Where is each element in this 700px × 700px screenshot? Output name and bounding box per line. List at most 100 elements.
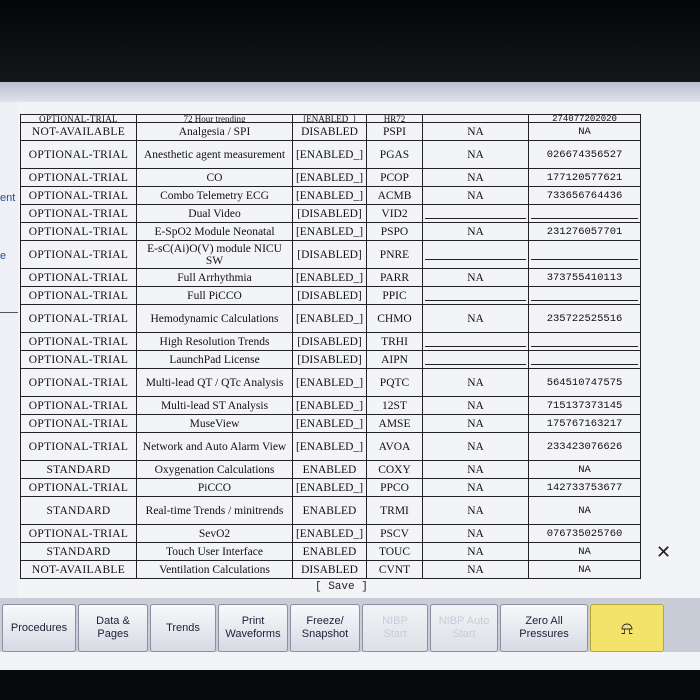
- key-cell: NA: [528, 560, 641, 579]
- option-cell: Touch User Interface: [136, 542, 293, 561]
- status-cell: [ENABLED_]: [292, 140, 367, 169]
- code-cell: 12ST: [366, 396, 423, 415]
- code-cell: VID2: [366, 204, 423, 223]
- status-cell: [ENABLED_]: [292, 396, 367, 415]
- na-cell: [422, 332, 529, 351]
- code-cell: CVNT: [366, 560, 423, 579]
- status-cell: [DISABLED]: [292, 240, 367, 269]
- license-options-table: OPTIONAL-TRIAL 72 Hour trending [ENABLED…: [20, 114, 641, 579]
- key-cell: NA: [528, 542, 641, 561]
- blank-entry-line: [531, 290, 638, 301]
- na-cell: NA: [422, 542, 529, 561]
- key-cell: NA: [528, 460, 641, 479]
- option-cell: Hemodynamic Calculations: [136, 304, 293, 333]
- table-row: OPTIONAL-TRIAL MuseView [ENABLED_] AMSE NA 17…: [20, 414, 641, 433]
- na-cell: [422, 114, 529, 123]
- table-row: OPTIONAL-TRIAL High Resolution Trends [DIS…: [20, 332, 641, 351]
- na-cell: NA: [422, 560, 529, 579]
- save-button[interactable]: [ Save ]: [315, 581, 368, 593]
- option-cell: LaunchPad License: [136, 350, 293, 369]
- license-cell: OPTIONAL-TRIAL: [20, 168, 137, 187]
- code-cell: COXY: [366, 460, 423, 479]
- status-cell: [ENABLED_]: [292, 168, 367, 187]
- toolbar-button-label: NIBP Start: [382, 615, 408, 640]
- toolbar-button-label: Trends: [166, 621, 200, 634]
- code-cell: PPIC: [366, 286, 423, 305]
- license-cell: OPTIONAL-TRIAL: [20, 286, 137, 305]
- table-row: OPTIONAL-TRIAL Full PiCCO [DISABLED] PPIC: [20, 286, 641, 305]
- code-cell: PQTC: [366, 368, 423, 397]
- code-cell: ACMB: [366, 186, 423, 205]
- toolbar-button-label: Print Waveforms: [225, 615, 281, 640]
- table-row: OPTIONAL-TRIAL Anesthetic agent measureme…: [20, 140, 641, 169]
- data-pages-button[interactable]: Data & Pages: [78, 604, 148, 652]
- na-cell: NA: [422, 460, 529, 479]
- na-cell: [422, 240, 529, 269]
- blank-entry-line: [425, 249, 526, 260]
- option-cell: High Resolution Trends: [136, 332, 293, 351]
- na-cell: [422, 286, 529, 305]
- procedures-button[interactable]: Procedures: [2, 604, 76, 652]
- code-cell: TOUC: [366, 542, 423, 561]
- blank-entry-line: [425, 290, 526, 301]
- table-row: OPTIONAL-TRIAL Dual Video [DISABLED] VID2: [20, 204, 641, 223]
- key-cell: 715137373145: [528, 396, 641, 415]
- alarm-bell-icon: ⍾: [621, 617, 633, 638]
- na-cell: [422, 204, 529, 223]
- na-cell: NA: [422, 186, 529, 205]
- license-cell: OPTIONAL-TRIAL: [20, 478, 137, 497]
- status-cell: [ENABLED_]: [292, 114, 367, 123]
- na-cell: NA: [422, 168, 529, 187]
- status-cell: [ENABLED_]: [292, 268, 367, 287]
- option-cell: MuseView: [136, 414, 293, 433]
- status-cell: [ENABLED_]: [292, 524, 367, 543]
- toolbar-button-label: Zero All Pressures: [519, 615, 569, 640]
- blank-entry-line: [425, 336, 526, 347]
- status-cell: [ENABLED_]: [292, 478, 367, 497]
- close-x-icon[interactable]: ✕: [656, 542, 671, 563]
- nibp-auto-start-button: NIBP Auto Start: [430, 604, 498, 652]
- status-cell: [ENABLED_]: [292, 432, 367, 461]
- status-cell: [ENABLED_]: [292, 222, 367, 241]
- left-panel-fragment: ent e: [0, 102, 18, 642]
- table-row-partial-header: OPTIONAL-TRIAL 72 Hour trending [ENABLED…: [20, 114, 641, 123]
- code-cell: PCOP: [366, 168, 423, 187]
- na-cell: NA: [422, 222, 529, 241]
- license-cell: OPTIONAL-TRIAL: [20, 396, 137, 415]
- table-row: NOT-AVAILABLE Analgesia / SPI DISABLED PSPI…: [20, 122, 641, 141]
- trends-button[interactable]: Trends: [150, 604, 216, 652]
- code-cell: PSPO: [366, 222, 423, 241]
- key-cell: 373755410113: [528, 268, 641, 287]
- print-waveforms-button[interactable]: Print Waveforms: [218, 604, 288, 652]
- option-cell: Multi-lead ST Analysis: [136, 396, 293, 415]
- code-cell: AMSE: [366, 414, 423, 433]
- option-cell: 72 Hour trending: [136, 114, 293, 123]
- license-cell: STANDARD: [20, 542, 137, 561]
- table-row: OPTIONAL-TRIAL Combo Telemetry ECG [ENABLE…: [20, 186, 641, 205]
- table-row: OPTIONAL-TRIAL Hemodynamic Calculations [E…: [20, 304, 641, 333]
- license-cell: OPTIONAL-TRIAL: [20, 368, 137, 397]
- status-cell: [ENABLED_]: [292, 414, 367, 433]
- zero-all-pressures-button[interactable]: Zero All Pressures: [500, 604, 588, 652]
- option-cell: Full PiCCO: [136, 286, 293, 305]
- na-cell: NA: [422, 368, 529, 397]
- option-cell: Full Arrhythmia: [136, 268, 293, 287]
- toolbar-button-label: Procedures: [10, 621, 68, 634]
- license-cell: OPTIONAL-TRIAL: [20, 414, 137, 433]
- bottom-toolbar: Procedures Data & Pages Trends Print Wavefo…: [0, 598, 700, 652]
- alarm-silence-button[interactable]: ⍾: [590, 604, 664, 652]
- na-cell: NA: [422, 478, 529, 497]
- code-cell: AVOA: [366, 432, 423, 461]
- option-cell: Oxygenation Calculations: [136, 460, 293, 479]
- monitor-bezel-bottom: [0, 670, 700, 700]
- na-cell: NA: [422, 268, 529, 287]
- status-cell: [ENABLED_]: [292, 368, 367, 397]
- status-cell: DISABLED: [292, 122, 367, 141]
- key-cell: 231276057701: [528, 222, 641, 241]
- na-cell: NA: [422, 432, 529, 461]
- freeze-snapshot-button[interactable]: Freeze/ Snapshot: [290, 604, 360, 652]
- license-cell: OPTIONAL-TRIAL: [20, 222, 137, 241]
- toolbar-button-label: Freeze/ Snapshot: [301, 615, 349, 640]
- key-cell: 233423076626: [528, 432, 641, 461]
- option-cell: Dual Video: [136, 204, 293, 223]
